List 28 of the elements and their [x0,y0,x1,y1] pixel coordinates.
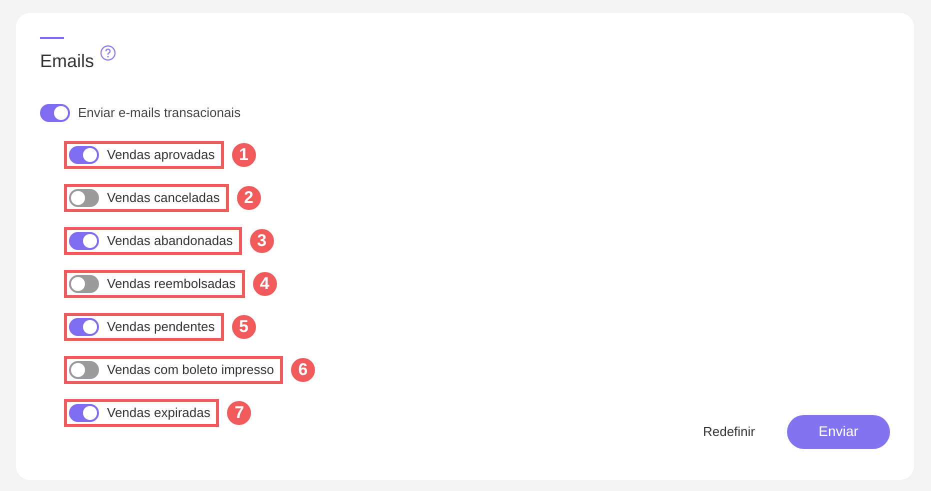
number-badge: 5 [232,314,256,338]
toggle-label: Enviar e-mails transacionais [78,104,241,122]
toggle-switch[interactable] [69,404,99,422]
reset-button[interactable]: Redefinir [702,422,755,442]
toggle-label: Vendas aprovadas [107,146,215,164]
toggle-label: Vendas reembolsadas [107,274,236,293]
help-icon[interactable] [100,45,116,61]
toggle-switch[interactable] [69,360,99,378]
number-badge: 6 [290,358,315,382]
toggle-label: Vendas abandonadas [107,232,233,250]
submit-button[interactable]: Enviar [787,414,890,448]
toggle-switch[interactable] [69,188,99,206]
toggle-label: Vendas expiradas [107,404,210,422]
toggle-switch[interactable] [69,232,99,250]
toggle-switch[interactable] [69,274,99,292]
number-badge: 7 [227,400,252,424]
section-title: Emails [40,50,94,73]
number-badge: 4 [252,272,277,296]
toggle-label: Vendas pendentes [107,318,215,336]
toggle-switch[interactable] [69,318,99,336]
number-badge: 1 [232,142,256,166]
accent-line [40,37,64,39]
toggle-label: Vendas canceladas [107,188,220,207]
toggle-label: Vendas com boleto impresso [107,360,274,379]
number-badge: 3 [250,228,274,252]
number-badge: 2 [236,186,261,210]
toggle-switch[interactable] [69,146,99,164]
toggle-switch[interactable] [40,104,70,122]
